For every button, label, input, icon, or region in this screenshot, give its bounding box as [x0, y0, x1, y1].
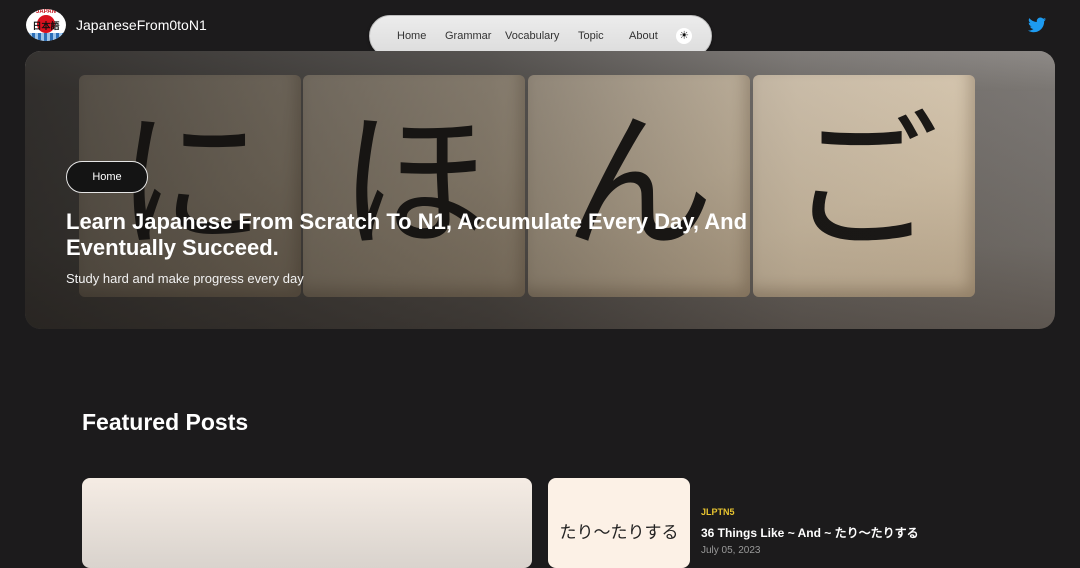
hero-title: Learn Japanese From Scratch To N1, Accum…	[66, 209, 748, 260]
hero-banner: に ほ ん ご Home Learn Japanese From Scratch…	[25, 51, 1055, 329]
post-title[interactable]: 36 Things Like ~ And ~ たり〜たりする	[701, 524, 919, 541]
post-tag[interactable]: JLPTN5	[701, 507, 735, 517]
thumbnail-text: たり〜たりする	[559, 523, 679, 543]
side-post-thumbnail[interactable]: たり〜たりする	[548, 478, 690, 568]
logo-text-mid: 日本語	[32, 21, 60, 31]
post-date: July 05, 2023	[701, 545, 761, 556]
breadcrumb-home[interactable]: Home	[66, 161, 148, 193]
logo-text-top: JAPAN	[36, 9, 56, 15]
featured-main-card[interactable]	[82, 478, 532, 568]
nav-about[interactable]: About	[629, 30, 658, 42]
site-title[interactable]: JapaneseFrom0toN1	[76, 17, 207, 33]
logo-wave	[26, 33, 66, 41]
hero-subtitle: Study hard and make progress every day	[66, 271, 304, 286]
nav-vocabulary[interactable]: Vocabulary	[505, 30, 559, 42]
hero-overlay	[25, 51, 1055, 329]
twitter-icon[interactable]	[1028, 17, 1046, 33]
theme-toggle-icon[interactable]: ☀	[676, 28, 692, 44]
featured-posts-heading: Featured Posts	[82, 409, 249, 435]
nav-grammar[interactable]: Grammar	[445, 30, 491, 42]
site-logo[interactable]: JAPAN 日本語	[26, 9, 66, 41]
nav-home[interactable]: Home	[397, 30, 426, 42]
nav-topic[interactable]: Topic	[578, 30, 604, 42]
